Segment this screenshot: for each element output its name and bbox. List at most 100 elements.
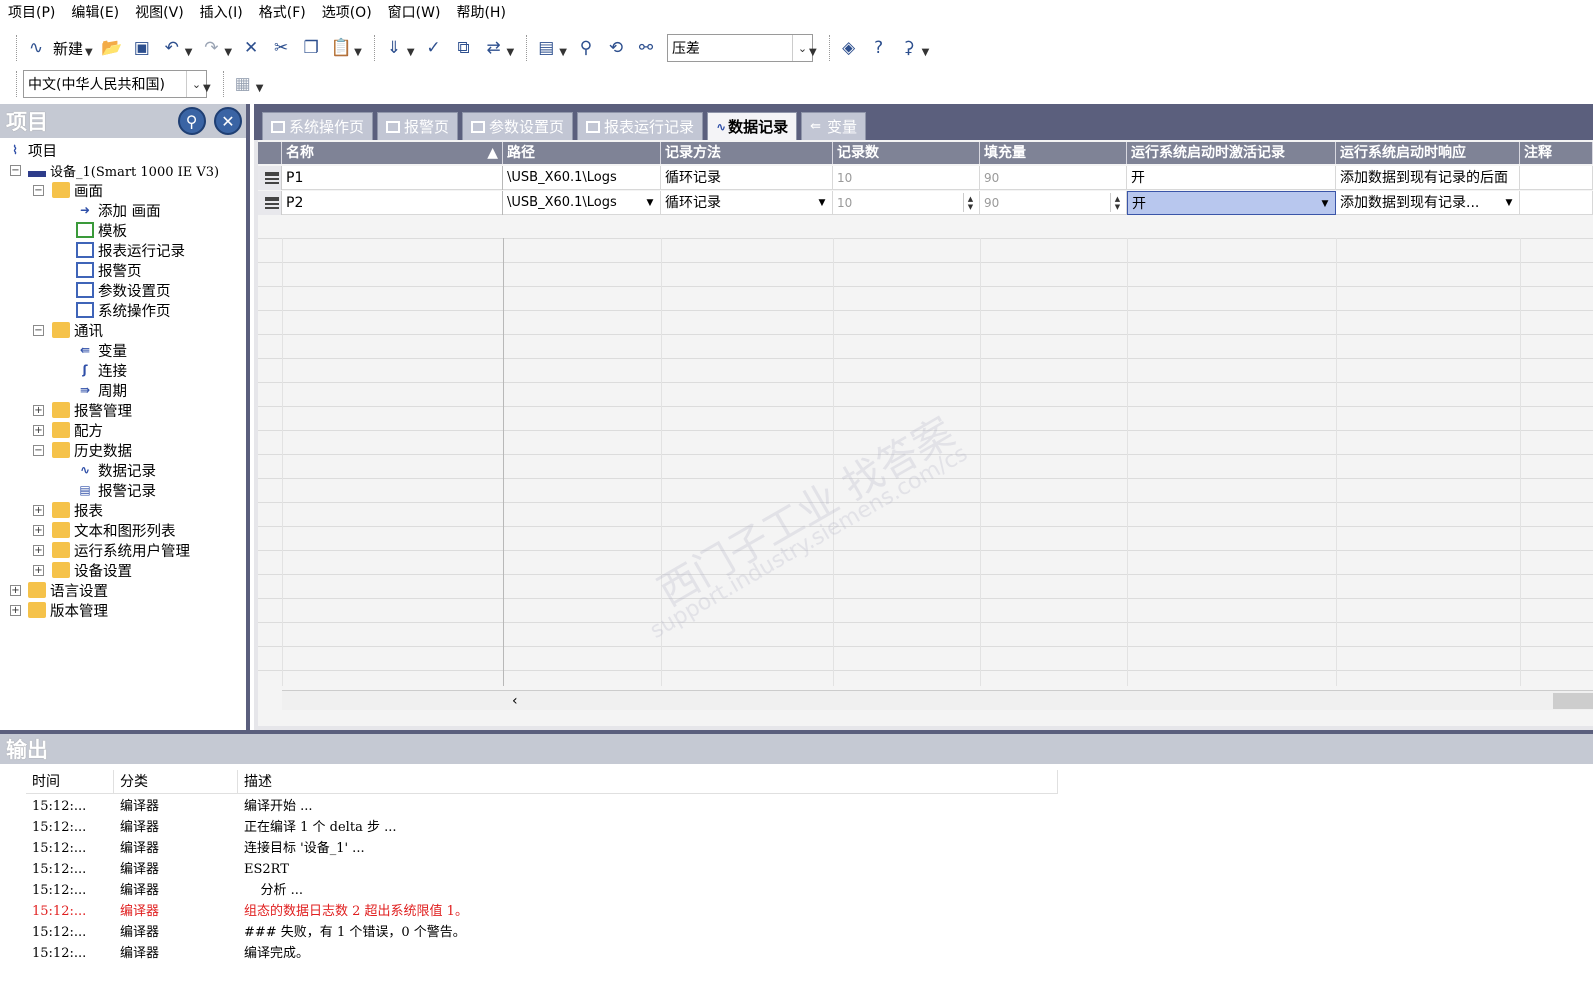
tree-item-connections[interactable]: ʃ 连接	[76, 360, 128, 380]
output-row[interactable]: 15:12:... 编译器 正在编译 1 个 delta 步 ...	[26, 817, 396, 838]
row-selector[interactable]	[258, 166, 282, 190]
delete-icon[interactable]: ✕	[238, 35, 264, 61]
scroll-thumb[interactable]	[1553, 693, 1593, 709]
expand-icon[interactable]: +	[33, 505, 44, 516]
menu-insert[interactable]: 插入(I)	[192, 0, 251, 26]
new-icon[interactable]: ∿	[23, 35, 49, 61]
menu-project[interactable]: 项目(P)	[0, 0, 63, 26]
spinner-icon[interactable]: ▲ ▼	[963, 193, 977, 212]
redo-icon[interactable]: ↷	[198, 35, 224, 61]
horizontal-scrollbar[interactable]: ‹	[282, 690, 1593, 710]
cross-reference-icon[interactable]: ⚯	[633, 35, 659, 61]
dropdown-arrow-icon[interactable]: ▼	[1317, 195, 1333, 212]
language-dropdown-icon[interactable]: ▼	[203, 83, 211, 94]
output-row[interactable]: 15:12:... 编译器 ES2RT	[26, 859, 289, 880]
menu-view[interactable]: 视图(V)	[127, 0, 192, 26]
tree-item-system-screen[interactable]: 系统操作页	[76, 300, 171, 320]
help-dropdown-icon[interactable]: ▼	[922, 47, 930, 58]
tree-item-screens[interactable]: 画面	[52, 180, 103, 200]
expand-icon[interactable]: +	[33, 545, 44, 556]
cell-response-on-start[interactable]: 添加数据到现有记录... ▼	[1336, 191, 1520, 215]
output-row[interactable]: 15:12:... 编译器 ### 失败，有 1 个错误，0 个警告。	[26, 922, 466, 943]
dropdown-arrow-icon[interactable]: ▼	[814, 194, 830, 211]
expand-icon[interactable]: +	[10, 605, 21, 616]
expand-icon[interactable]: +	[33, 525, 44, 536]
output-row[interactable]: 15:12:... 编译器 连接目标 '设备_1' ...	[26, 838, 365, 859]
output-column-description[interactable]: 描述	[238, 770, 1058, 793]
table-row[interactable]: P2 \USB_X60.1\Logs ▼ 循环记录 ▼ 10 ▲ ▼ 90 ▲ ▼ 开 ▼ 添…	[258, 191, 1593, 215]
redo-dropdown-icon[interactable]: ▼	[224, 47, 232, 58]
transfer-dropdown-icon[interactable]: ▼	[507, 47, 515, 58]
undo-dropdown-icon[interactable]: ▼	[185, 47, 193, 58]
runtime-dropdown-icon[interactable]: ▼	[559, 47, 567, 58]
cell-activate-on-start[interactable]: 开 ▼	[1127, 191, 1336, 215]
collapse-icon[interactable]: −	[33, 445, 44, 456]
tab-report-screen[interactable]: 报表运行记录	[577, 112, 704, 140]
cell-path[interactable]: \USB_X60.1\Logs ▼	[503, 191, 661, 215]
paste-icon[interactable]: 📋	[328, 35, 354, 61]
column-header-activate-on-start[interactable]: 运行系统启动时激活记录	[1127, 142, 1336, 164]
tab-tags[interactable]: ⇚ 变量	[801, 112, 867, 140]
layout-icon[interactable]: ▦	[230, 71, 256, 97]
download-dropdown-icon[interactable]: ▼	[407, 47, 415, 58]
cell-method[interactable]: 循环记录 ▼	[661, 191, 833, 215]
tree-item-report-screen[interactable]: 报表运行记录	[76, 240, 185, 260]
expand-icon[interactable]: +	[33, 405, 44, 416]
tree-item-tags[interactable]: ⇚ 变量	[76, 340, 127, 360]
context-help-icon[interactable]: ⚳	[896, 35, 922, 61]
dropdown-arrow-icon[interactable]: ▼	[1501, 194, 1517, 211]
expand-icon[interactable]: +	[33, 565, 44, 576]
column-header-record-count[interactable]: 记录数	[833, 142, 980, 164]
collapse-icon[interactable]: −	[10, 165, 21, 176]
library-icon[interactable]: ◈	[836, 35, 862, 61]
output-row-error[interactable]: 15:12:... 编译器 组态的数据日志数 2 超出系统限值 1。	[26, 901, 468, 922]
menu-options[interactable]: 选项(O)	[314, 0, 380, 26]
pin-icon[interactable]: ⚲	[177, 107, 206, 135]
paste-dropdown-icon[interactable]: ▼	[354, 47, 362, 58]
header-corner[interactable]	[258, 142, 282, 164]
tree-item-alarm-management[interactable]: 报警管理	[52, 400, 132, 420]
column-header-response-on-start[interactable]: 运行系统启动时响应	[1336, 142, 1520, 164]
tree-item-reports[interactable]: 报表	[52, 500, 103, 520]
tree-item-communication[interactable]: 通讯	[52, 320, 103, 340]
column-header-name[interactable]: 名称 ▲	[282, 142, 503, 164]
scroll-left-icon[interactable]: ‹	[512, 693, 518, 709]
column-header-path[interactable]: 路径	[503, 142, 661, 164]
tree-item-language-settings[interactable]: 语言设置	[28, 580, 108, 600]
cell-record-count[interactable]: 10	[833, 166, 980, 190]
expand-icon[interactable]: +	[10, 585, 21, 596]
cell-record-count[interactable]: 10 ▲ ▼	[833, 191, 980, 215]
tree-item-text-graphic-lists[interactable]: 文本和图形列表	[52, 520, 176, 540]
tab-param-screen[interactable]: 参数设置页	[462, 112, 574, 140]
expand-icon[interactable]: +	[33, 425, 44, 436]
runtime-icon[interactable]: ▤	[533, 35, 559, 61]
cell-name[interactable]: P2	[282, 191, 503, 215]
tree-item-alarm-logs[interactable]: ▤ 报警记录	[76, 480, 156, 500]
check-icon[interactable]: ✓	[421, 35, 447, 61]
menu-format[interactable]: 格式(F)	[251, 0, 314, 26]
tree-item-recipes[interactable]: 配方	[52, 420, 103, 440]
menu-edit[interactable]: 编辑(E)	[63, 0, 127, 26]
help-icon[interactable]: ?	[866, 35, 892, 61]
tree-item-param-screen[interactable]: 参数设置页	[76, 280, 171, 300]
find-icon[interactable]: ⚲	[573, 35, 599, 61]
collapse-icon[interactable]: −	[33, 325, 44, 336]
cut-icon[interactable]: ✂	[268, 35, 294, 61]
download-icon[interactable]: ⇓	[381, 35, 407, 61]
cell-name[interactable]: P1	[282, 166, 503, 190]
cell-fill-level[interactable]: 90 ▲ ▼	[980, 191, 1127, 215]
column-header-fill-level[interactable]: 填充量	[980, 142, 1127, 164]
cell-activate-on-start[interactable]: 开	[1127, 166, 1336, 190]
column-header-comment[interactable]: 注释	[1520, 142, 1593, 164]
tree-item-add-screen[interactable]: ➜ 添加 画面	[76, 200, 161, 220]
tree-item-version-management[interactable]: 版本管理	[28, 600, 108, 620]
layout-dropdown-icon[interactable]: ▼	[256, 83, 264, 94]
cell-response-on-start[interactable]: 添加数据到现有记录的后面	[1336, 166, 1520, 190]
language-select[interactable]: 中文(中华人民共和国) ⌄	[23, 70, 207, 98]
tab-system-screen[interactable]: 系统操作页	[262, 112, 374, 140]
tree-item-user-admin[interactable]: 运行系统用户管理	[52, 540, 190, 560]
cell-comment[interactable]	[1520, 166, 1593, 190]
output-row[interactable]: 15:12:... 编译器 编译完成。	[26, 943, 309, 964]
object-combo[interactable]: 压差 ⌄	[666, 34, 813, 62]
tree-item-device[interactable]: 设备_1(Smart 1000 IE V3)	[28, 160, 219, 180]
